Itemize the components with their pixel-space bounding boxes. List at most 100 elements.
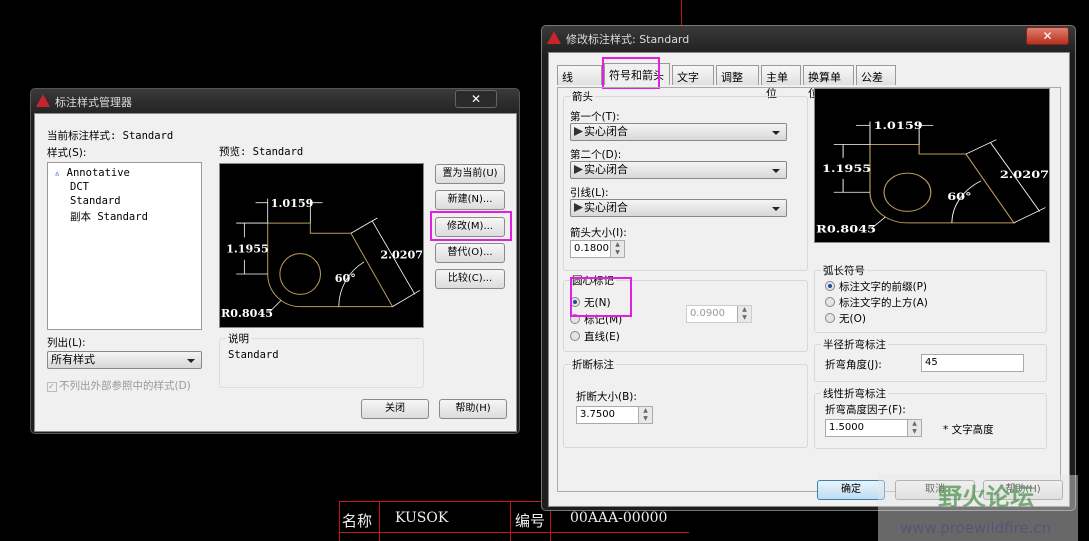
ok-button[interactable]: 确定 bbox=[817, 480, 885, 500]
description-value: Standard bbox=[228, 349, 279, 361]
radio-icon bbox=[825, 313, 835, 323]
title-bar[interactable]: 修改标注样式: Standard ✕ bbox=[542, 26, 1075, 50]
arc-length-group: 弧长符号 标注文字的前缀(P) 标注文字的上方(A) 无(O) bbox=[814, 263, 1047, 333]
dialog-title: 修改标注样式: Standard bbox=[566, 33, 690, 46]
chevron-down-icon bbox=[772, 207, 780, 211]
titleblock-code-value: 00AAA-00000 bbox=[570, 510, 668, 526]
arrowhead-icon bbox=[574, 127, 583, 136]
jog-factor-spinner[interactable]: 1.5000 ▲ ▼ bbox=[825, 419, 922, 437]
dim-break-group: 折断标注 折断大小(B): 3.7500 ▲ ▼ bbox=[563, 357, 808, 448]
set-current-button[interactable]: 置为当前(U) bbox=[435, 164, 505, 184]
tab-primary-units[interactable]: 主单位 bbox=[761, 65, 801, 100]
arc-none-radio[interactable]: 无(O) bbox=[825, 311, 866, 326]
tab-text[interactable]: 文字 bbox=[672, 65, 714, 85]
help-button[interactable]: 帮助(H) bbox=[439, 399, 507, 419]
highlight-box bbox=[430, 211, 512, 241]
arc-prefix-radio[interactable]: 标注文字的前缀(P) bbox=[825, 279, 927, 294]
cad-line bbox=[339, 532, 689, 533]
preview-label: 预览: Standard bbox=[219, 146, 304, 158]
dim-break-label: 折断标注 bbox=[570, 357, 616, 372]
preview-dim-left: 1.1955 bbox=[822, 162, 871, 175]
tab-tolerances[interactable]: 公差 bbox=[856, 65, 896, 85]
first-arrow-label: 第一个(T): bbox=[570, 111, 620, 123]
close-dialog-button[interactable]: 关闭 bbox=[361, 399, 429, 419]
radio-selected-icon bbox=[825, 281, 835, 291]
preview-dim-left: 1.1955 bbox=[226, 243, 269, 256]
arc-above-radio[interactable]: 标注文字的上方(A) bbox=[825, 295, 928, 310]
jog-factor-value: 1.5000 bbox=[829, 422, 864, 433]
arrowhead-icon bbox=[574, 165, 583, 174]
style-item-annotative[interactable]: ▵ Annotative bbox=[54, 167, 130, 179]
spinner-arrows-icon[interactable]: ▲ ▼ bbox=[737, 306, 751, 322]
titleblock-name-value: KUSOK bbox=[395, 510, 449, 526]
leader-arrow-label: 引线(L): bbox=[570, 187, 609, 199]
description-label: 说明 bbox=[226, 331, 251, 346]
radius-jog-group: 半径折弯标注 折弯角度(J): 45 bbox=[814, 337, 1047, 382]
chevron-down-icon bbox=[772, 131, 780, 135]
list-filter-value: 所有样式 bbox=[51, 353, 95, 366]
checkbox-icon: ✓ bbox=[47, 382, 57, 392]
break-size-label: 折断大小(B): bbox=[576, 391, 637, 403]
titleblock-code-label: 编号 bbox=[515, 512, 546, 530]
center-mark-size-value: 0.0900 bbox=[690, 308, 725, 319]
radio-label: 无(O) bbox=[839, 313, 866, 325]
leader-arrow-select[interactable]: 实心闭合 bbox=[570, 199, 787, 217]
jog-angle-input[interactable]: 45 bbox=[921, 354, 1024, 372]
jog-angle-label: 折弯角度(J): bbox=[825, 359, 882, 371]
preview-angle: 60° bbox=[335, 272, 356, 285]
annotative-icon: ▵ bbox=[54, 167, 61, 179]
radio-label: 标注文字的上方(A) bbox=[839, 297, 928, 309]
highlight-box bbox=[570, 277, 632, 317]
exclude-xref-checkbox[interactable]: ✓ 不列出外部参照中的样式(D) bbox=[47, 378, 191, 393]
exclude-xref-label: 不列出外部参照中的样式(D) bbox=[59, 380, 191, 392]
preview-dim-diag: 2.0207 bbox=[380, 249, 423, 262]
styles-list[interactable]: ▵ Annotative DCT Standard 副本 Standard bbox=[47, 162, 202, 330]
first-arrow-select[interactable]: 实心闭合 bbox=[570, 123, 787, 141]
chevron-down-icon bbox=[187, 359, 195, 363]
spinner-arrows-icon[interactable]: ▲ ▼ bbox=[638, 407, 652, 423]
tab-fit[interactable]: 调整 bbox=[716, 65, 759, 85]
override-button[interactable]: 替代(O)... bbox=[435, 243, 505, 263]
new-button[interactable]: 新建(N)... bbox=[435, 190, 505, 210]
center-mark-size-spinner[interactable]: 0.0900 ▲ ▼ bbox=[686, 305, 752, 323]
style-item-standard[interactable]: Standard bbox=[70, 195, 121, 207]
radius-jog-label: 半径折弯标注 bbox=[821, 337, 888, 352]
modify-dimstyle-dialog: 修改标注样式: Standard ✕ 线 符号和箭头 文字 调整 主单位 换算单… bbox=[541, 25, 1076, 511]
center-mark-line-radio[interactable]: 直线(E) bbox=[570, 329, 620, 344]
highlight-box bbox=[602, 57, 660, 89]
close-button[interactable]: ✕ bbox=[1026, 27, 1069, 45]
text-height-suffix: * 文字高度 bbox=[943, 424, 994, 436]
style-item-copy-standard[interactable]: 副本 Standard bbox=[70, 209, 148, 224]
spinner-arrows-icon[interactable]: ▲ ▼ bbox=[610, 241, 624, 257]
style-item-dct[interactable]: DCT bbox=[70, 181, 89, 193]
compare-button[interactable]: 比较(C)... bbox=[435, 269, 505, 289]
preview-dim-diag: 2.0207 bbox=[1000, 168, 1049, 181]
linear-jog-label: 线性折弯标注 bbox=[821, 386, 888, 401]
jog-factor-label: 折弯高度因子(F): bbox=[825, 404, 906, 416]
cad-line bbox=[379, 501, 380, 541]
second-arrow-select[interactable]: 实心闭合 bbox=[570, 161, 787, 179]
preview-dim-top: 1.0159 bbox=[271, 197, 314, 210]
list-filter-select[interactable]: 所有样式 bbox=[47, 351, 202, 369]
cad-line bbox=[681, 0, 682, 26]
spinner-arrows-icon[interactable]: ▲ ▼ bbox=[907, 420, 921, 436]
arrow-size-spinner[interactable]: 0.1800 ▲ ▼ bbox=[570, 240, 625, 258]
second-arrow-value: 实心闭合 bbox=[584, 163, 628, 176]
list-label: 列出(L): bbox=[47, 337, 86, 349]
tab-lines[interactable]: 线 bbox=[557, 65, 602, 85]
tab-alternate-units[interactable]: 换算单位 bbox=[803, 65, 854, 100]
title-bar[interactable]: 标注样式管理器 ✕ bbox=[31, 89, 519, 113]
preview-pane: 1.0159 1.1955 2.0207 60° R0.8045 bbox=[219, 163, 424, 328]
arrow-size-label: 箭头大小(I): bbox=[570, 227, 627, 239]
leader-arrow-value: 实心闭合 bbox=[584, 201, 628, 214]
dialog-title: 标注样式管理器 bbox=[55, 96, 132, 109]
chevron-down-icon bbox=[772, 169, 780, 173]
preview-pane: 1.0159 1.1955 2.0207 60° R0.8045 bbox=[814, 88, 1050, 243]
current-style-label: 当前标注样式: Standard bbox=[47, 130, 174, 142]
watermark-text: 野火论坛 bbox=[938, 483, 1034, 511]
preview-radius: R0.8045 bbox=[816, 223, 876, 236]
close-button[interactable]: ✕ bbox=[455, 90, 497, 108]
cad-line bbox=[339, 501, 340, 541]
break-size-spinner[interactable]: 3.7500 ▲ ▼ bbox=[576, 406, 653, 424]
radio-icon bbox=[570, 331, 580, 341]
